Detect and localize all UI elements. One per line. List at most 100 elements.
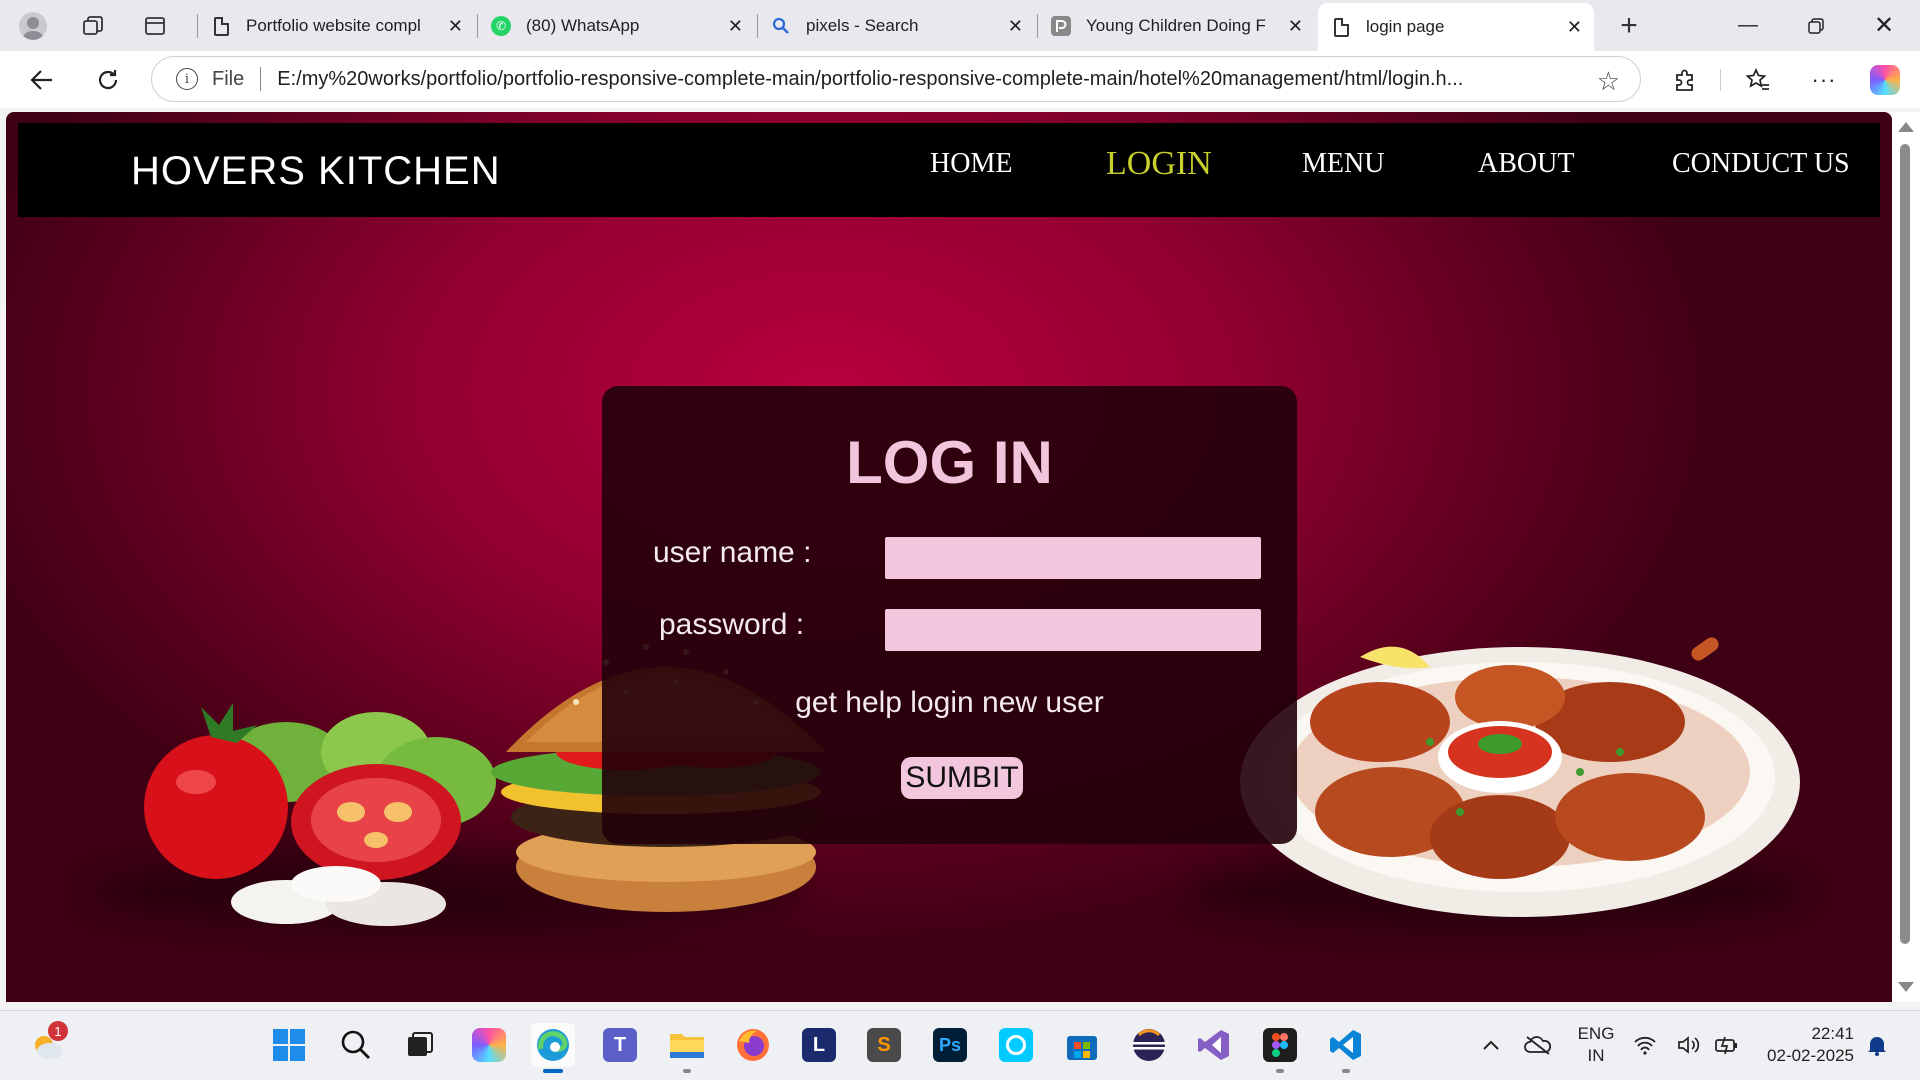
file-explorer-taskbar-button[interactable] [665,1023,709,1073]
sublime-icon: S [867,1028,901,1062]
tab-actions-icon [145,17,165,35]
page-scrollbar[interactable] [1892,112,1920,1002]
username-input[interactable] [885,537,1261,579]
running-indicator [1276,1069,1284,1073]
extensions-button[interactable] [1668,63,1702,97]
search-icon [770,15,792,37]
photoshop-taskbar-button[interactable]: Ps [928,1023,972,1067]
sublime-taskbar-button[interactable]: S [862,1023,906,1067]
visual-studio-icon [1198,1030,1229,1060]
tomatoes-image [144,703,496,926]
active-indicator [543,1069,563,1073]
copilot-taskbar-button[interactable] [467,1023,511,1067]
weather-widget[interactable]: 1 [26,1021,70,1067]
running-indicator [683,1069,691,1073]
nav-menu[interactable]: MENU [1302,148,1384,180]
address-bar[interactable]: i File E:/my%20works/portfolio/portfolio… [151,56,1641,102]
chevron-up-icon [1483,1040,1499,1050]
running-indicator [1342,1069,1350,1073]
eclipse-taskbar-button[interactable] [1127,1023,1171,1067]
page-viewport: HOVERS KITCHEN HOME LOGIN MENU ABOUT CON… [6,112,1892,1002]
eclipse-icon [1133,1029,1165,1061]
scroll-down-icon[interactable] [1898,982,1914,992]
language-code: ENG [1577,1024,1615,1043]
battery-charging-icon [1715,1036,1737,1055]
tab-close-icon[interactable]: ✕ [1008,16,1023,37]
scroll-up-icon[interactable] [1898,122,1914,132]
tab-pixels-search[interactable]: pixels - Search ✕ [758,4,1035,48]
store-taskbar-button[interactable] [1060,1023,1104,1067]
restore-button[interactable] [1782,0,1850,51]
nav-contact[interactable]: CONDUCT US [1672,148,1850,180]
task-view-button[interactable] [398,1023,442,1067]
wifi-button[interactable] [1630,1023,1660,1067]
notifications-button[interactable] [1860,1023,1894,1067]
alexa-taskbar-button[interactable] [994,1023,1038,1067]
tab-title: Young Children Doing F [1086,16,1266,35]
close-window-button[interactable]: ✕ [1850,0,1918,51]
new-tab-button[interactable]: + [1606,6,1652,46]
tab-portfolio[interactable]: Portfolio website compl ✕ [198,4,475,48]
site-header: HOVERS KITCHEN HOME LOGIN MENU ABOUT CON… [18,123,1880,217]
firefox-taskbar-button[interactable] [731,1023,775,1067]
pexels-icon [1050,15,1072,37]
onedrive-button[interactable] [1516,1023,1560,1067]
refresh-button[interactable] [85,57,131,103]
scroll-thumb[interactable] [1900,144,1910,944]
search-icon [341,1030,370,1059]
workspaces-button[interactable] [70,6,116,46]
bell-icon [1868,1037,1886,1056]
more-options-button[interactable]: ··· [1807,63,1841,97]
minimize-button[interactable]: — [1714,0,1782,51]
browser-tab-strip: Portfolio website compl ✕ ✆ (80) WhatsAp… [0,0,1920,51]
nav-home[interactable]: HOME [930,148,1012,180]
taskbar-search-button[interactable] [334,1023,378,1067]
teams-taskbar-button[interactable]: T [598,1023,642,1067]
start-button[interactable] [267,1023,311,1067]
battery-button[interactable] [1712,1023,1742,1067]
wifi-icon [1634,1036,1656,1055]
vscode-icon [1330,1030,1361,1060]
l-app-taskbar-button[interactable]: L [797,1023,841,1067]
visual-studio-taskbar-button[interactable] [1192,1023,1236,1067]
firefox-icon [737,1029,769,1061]
show-hidden-icons-button[interactable] [1469,1023,1513,1067]
info-icon[interactable]: i [176,68,198,90]
url-text[interactable]: E:/my%20works/portfolio/portfolio-respon… [277,68,1577,91]
vscode-taskbar-button[interactable] [1324,1023,1368,1073]
figma-taskbar-button[interactable] [1258,1023,1302,1073]
back-button[interactable] [19,57,65,103]
tab-pexels[interactable]: Young Children Doing F ✕ [1038,4,1315,48]
vertical-tabs-button[interactable] [132,6,178,46]
l-app-icon: L [802,1028,836,1062]
tab-close-icon[interactable]: ✕ [1567,17,1582,38]
task-view-icon [408,1032,433,1056]
page-icon [210,15,232,37]
edge-taskbar-button[interactable] [531,1023,575,1073]
tab-close-icon[interactable]: ✕ [1288,16,1303,37]
nav-login[interactable]: LOGIN [1106,145,1212,183]
language-indicator[interactable]: ENG IN [1572,1023,1620,1067]
tab-title: (80) WhatsApp [526,16,640,35]
arrow-left-icon [30,70,52,90]
tab-close-icon[interactable]: ✕ [728,16,743,37]
tab-whatsapp[interactable]: ✆ (80) WhatsApp ✕ [478,4,755,48]
tab-close-icon[interactable]: ✕ [448,16,463,37]
volume-button[interactable] [1674,1023,1704,1067]
help-register-link[interactable]: get help login new user [602,686,1297,720]
browser-toolbar: i File E:/my%20works/portfolio/portfolio… [0,51,1920,108]
favorite-star-icon[interactable]: ☆ [1597,66,1620,97]
copilot-icon [472,1028,506,1062]
clock[interactable]: 22:41 02-02-2025 [1756,1023,1854,1067]
nav-about[interactable]: ABOUT [1478,148,1574,180]
cloud-off-icon [1524,1036,1552,1055]
notification-badge: 1 [48,1021,68,1041]
tab-title: login page [1366,17,1445,36]
copilot-button[interactable] [1868,63,1902,97]
password-input[interactable] [885,609,1261,651]
favorites-button[interactable] [1741,63,1775,97]
submit-button[interactable]: SUMBIT [901,757,1023,799]
photoshop-icon: Ps [933,1028,967,1062]
profile-button[interactable] [10,6,56,46]
tab-login-page[interactable]: login page ✕ [1318,3,1594,51]
